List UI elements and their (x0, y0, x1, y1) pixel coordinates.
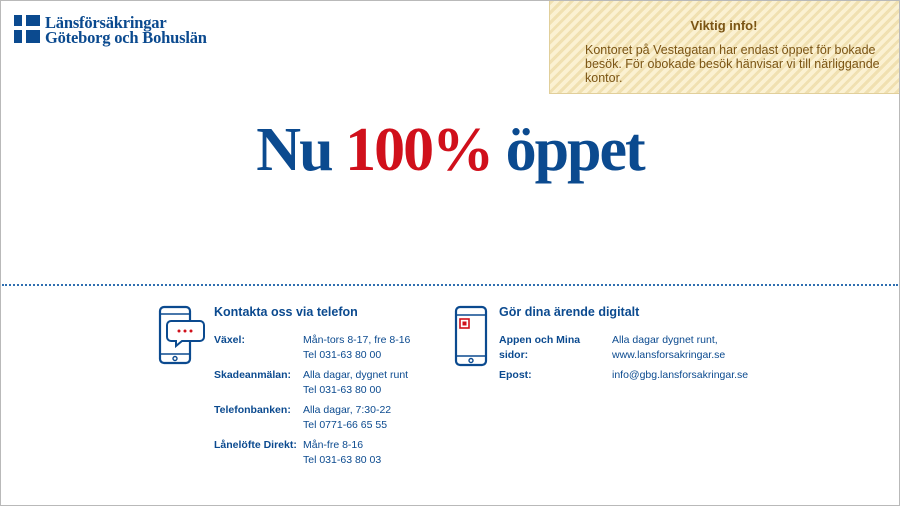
website-link[interactable]: www.lansforsakringar.se (612, 348, 725, 363)
contact-row-email: Epost: info@gbg.lansforsakringar.se (499, 368, 819, 383)
contact-label: Lånelöfte Direkt: (214, 439, 297, 451)
contact-phone-link[interactable]: Tel 031-63 80 00 (303, 348, 410, 363)
info-title: Viktig info! (690, 18, 758, 33)
logo-cross-icon (14, 15, 40, 43)
contact-phone-link[interactable]: Tel 031-63 80 00 (303, 383, 408, 398)
contact-value: Alla dagar, dygnet runt Tel 031-63 80 00 (303, 368, 408, 398)
logo-line-2: Göteborg och Bohuslän (45, 28, 207, 47)
contact-label: Skadeanmälan: (214, 369, 292, 381)
contact-row-lanelofte: Lånelöfte Direkt: Mån-fre 8-16 Tel 031-6… (214, 438, 474, 468)
contact-value: Mån-fre 8-16 Tel 031-63 80 03 (303, 438, 381, 468)
contact-hours: Alla dagar, 7:30-22 (303, 404, 392, 416)
important-info-box: Viktig info! Kontoret på Vestagatan har … (549, 1, 899, 94)
dotted-divider (2, 284, 898, 286)
contact-row-app: Appen och Mina sidor: Alla dagar dygnet … (499, 333, 819, 363)
contact-hours: Mån-fre 8-16 (303, 439, 364, 451)
contact-phone-link[interactable]: Tel 031-63 80 03 (303, 453, 381, 468)
contact-hours: Mån-tors 8-17, fre 8-16 (303, 334, 411, 346)
contact-label: Epost: (499, 369, 532, 381)
contact-hours: Alla dagar dygnet runt, (612, 334, 718, 346)
contact-value: info@gbg.lansforsakringar.se (612, 368, 748, 383)
contact-row-vaxel: Växel: Mån-tors 8-17, fre 8-16 Tel 031-6… (214, 333, 474, 363)
contact-label: Växel: (214, 334, 245, 346)
info-body: Kontoret på Vestagatan har endast öppet … (585, 43, 880, 85)
contact-row-skadeanmalan: Skadeanmälan: Alla dagar, dygnet runt Te… (214, 368, 474, 398)
logo-wordmark: Länsförsäkringar Göteborg och Bohuslän (45, 14, 207, 47)
phone-contact-title: Kontakta oss via telefon (214, 305, 358, 319)
contact-label: Telefonbanken: (214, 404, 291, 416)
contact-label: Appen och Mina sidor: (499, 334, 581, 361)
contact-row-telefonbanken: Telefonbanken: Alla dagar, 7:30-22 Tel 0… (214, 403, 474, 433)
contact-phone-link[interactable]: Tel 0771-66 65 55 (303, 418, 391, 433)
headline-part-3: öppet (492, 116, 646, 184)
phone-chat-icon (158, 305, 205, 365)
smartphone-app-icon (454, 305, 488, 367)
headline-percent: 100% (345, 116, 494, 184)
headline-part-1: Nu (256, 116, 346, 184)
contact-value: Mån-tors 8-17, fre 8-16 Tel 031-63 80 00 (303, 333, 410, 363)
email-link[interactable]: info@gbg.lansforsakringar.se (612, 368, 748, 383)
company-logo[interactable]: Länsförsäkringar Göteborg och Bohuslän (14, 14, 207, 47)
headline: Nu 100% öppet (0, 115, 900, 185)
contact-value: Alla dagar dygnet runt, www.lansforsakri… (612, 333, 725, 363)
digital-contact-title: Gör dina ärende digitalt (499, 305, 640, 319)
contact-value: Alla dagar, 7:30-22 Tel 0771-66 65 55 (303, 403, 391, 433)
contact-hours: Alla dagar, dygnet runt (303, 369, 409, 381)
